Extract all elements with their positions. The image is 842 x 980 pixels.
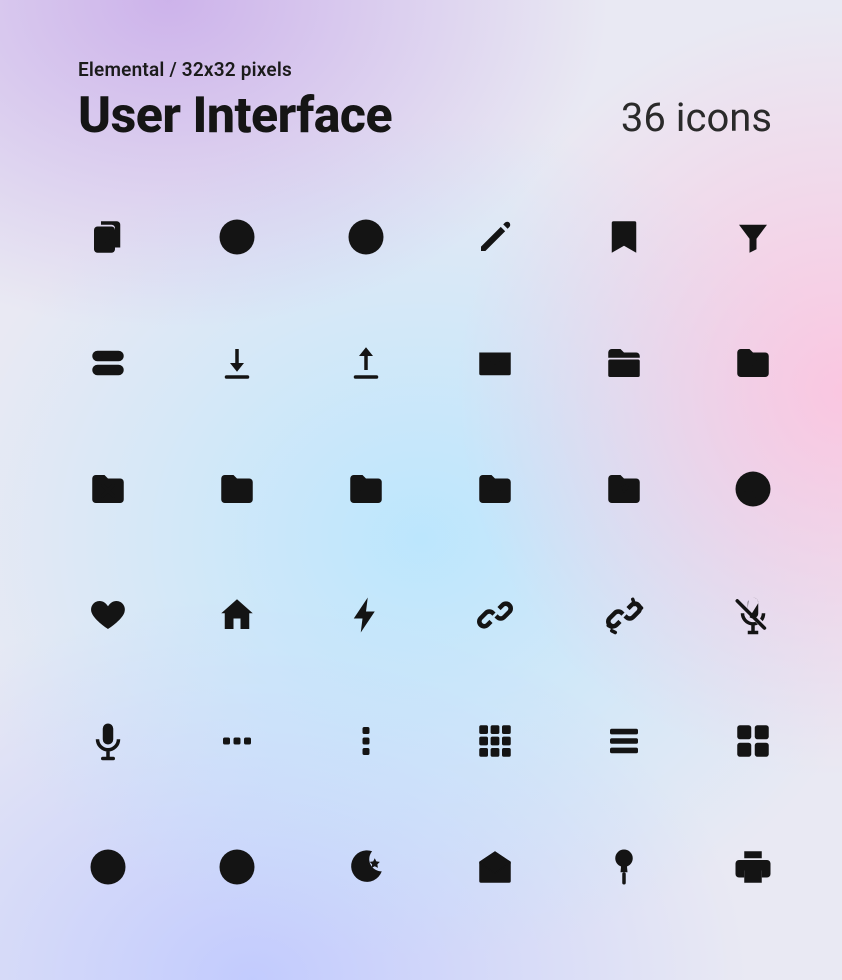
folder-gear-icon — [600, 465, 648, 513]
header-count: 36 icons — [621, 94, 772, 145]
unlink-icon — [600, 591, 648, 639]
upload-icon — [342, 339, 390, 387]
grid9-icon — [471, 717, 519, 765]
bolt-icon — [342, 591, 390, 639]
filter-icon — [729, 213, 777, 261]
more-h-icon — [213, 717, 261, 765]
download-icon — [213, 339, 261, 387]
copy-icon — [84, 213, 132, 261]
header-subtitle: Elemental / 32x32 pixels — [78, 58, 392, 81]
send-icon — [729, 465, 777, 513]
home-icon — [213, 591, 261, 639]
mic-off-icon — [729, 591, 777, 639]
more-v-icon — [342, 717, 390, 765]
grid4-icon — [729, 717, 777, 765]
toggles-icon — [84, 339, 132, 387]
mic-icon — [84, 717, 132, 765]
heart-icon — [84, 591, 132, 639]
folder-check-icon — [729, 339, 777, 387]
arrow-left-circle-icon — [213, 843, 261, 891]
folder-up-icon — [342, 465, 390, 513]
remove-circle-icon — [342, 213, 390, 261]
mail-open-icon — [471, 843, 519, 891]
header-title: User Interface — [78, 87, 392, 145]
folder-down-icon — [471, 465, 519, 513]
print-icon — [729, 843, 777, 891]
folder-x-icon — [84, 465, 132, 513]
link-icon — [471, 591, 519, 639]
folder-plus-icon — [213, 465, 261, 513]
menu-icon — [600, 717, 648, 765]
moon-star-icon — [342, 843, 390, 891]
edit-icon — [471, 213, 519, 261]
pin-icon — [600, 843, 648, 891]
folder-icon — [600, 339, 648, 387]
mail-icon — [471, 339, 519, 387]
add-circle-icon — [213, 213, 261, 261]
arrow-right-circle-icon — [84, 843, 132, 891]
header: Elemental / 32x32 pixels User Interface … — [78, 58, 772, 145]
icon-grid — [78, 213, 772, 891]
bookmark-icon — [600, 213, 648, 261]
